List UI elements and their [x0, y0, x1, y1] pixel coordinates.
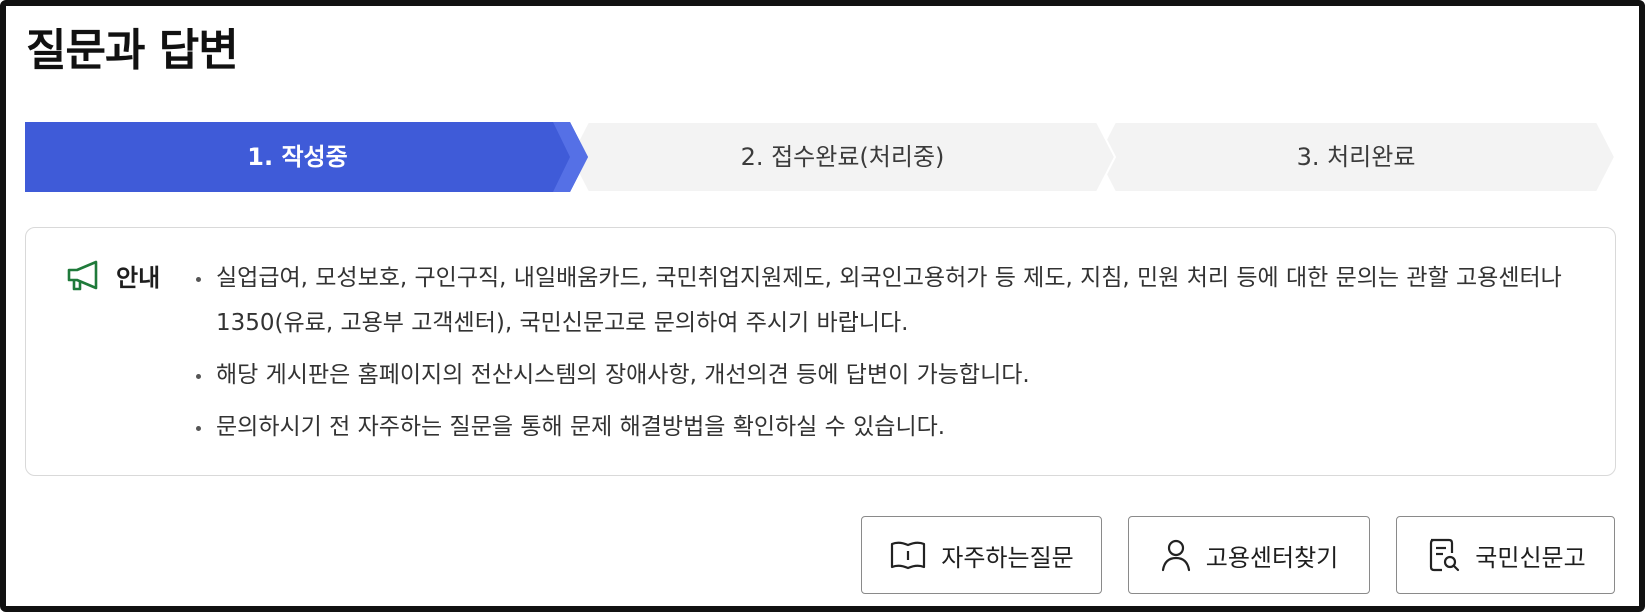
notice-header: 안내 — [66, 258, 160, 293]
step-2-label: 2. 접수완료(처리중) — [740, 143, 945, 171]
person-icon — [1161, 539, 1190, 572]
step-1-label: 1. 작성중 — [247, 143, 348, 171]
petition-button-label: 국민신문고 — [1475, 543, 1586, 572]
page-frame: 질문과 답변 1. 작성중 2. 접수완료(처리중) 3. 처리완료 안내 실업… — [0, 0, 1645, 612]
document-search-icon — [1430, 538, 1460, 572]
faq-button-label: 자주하는질문 — [941, 543, 1074, 572]
notice-label: 안내 — [116, 264, 161, 292]
notice-item: 해당 게시판은 홈페이지의 전산시스템의 장애사항, 개선의견 등에 답변이 가… — [194, 353, 1594, 398]
progress-steps: 1. 작성중 2. 접수완료(처리중) 3. 처리완료 — [25, 122, 1615, 192]
page-title: 질문과 답변 — [26, 25, 239, 76]
megaphone-icon — [67, 260, 98, 290]
notice-item: 실업급여, 모성보호, 구인구직, 내일배움카드, 국민취업지원제도, 외국인고… — [194, 256, 1594, 346]
faq-button[interactable]: 자주하는질문 — [861, 516, 1102, 594]
find-center-button[interactable]: 고용센터찾기 — [1128, 516, 1370, 594]
step-3-label: 3. 처리완료 — [1296, 143, 1416, 171]
find-center-button-label: 고용센터찾기 — [1205, 543, 1339, 572]
notice-item: 문의하시기 전 자주하는 질문을 통해 문제 해결방법을 확인하실 수 있습니다… — [194, 405, 1594, 450]
notice-list: 실업급여, 모성보호, 구인구직, 내일배움카드, 국민취업지원제도, 외국인고… — [194, 256, 1594, 457]
petition-button[interactable]: 국민신문고 — [1396, 516, 1615, 594]
notice-box: 안내 실업급여, 모성보호, 구인구직, 내일배움카드, 국민취업지원제도, 외… — [25, 227, 1616, 476]
book-icon — [891, 541, 926, 570]
